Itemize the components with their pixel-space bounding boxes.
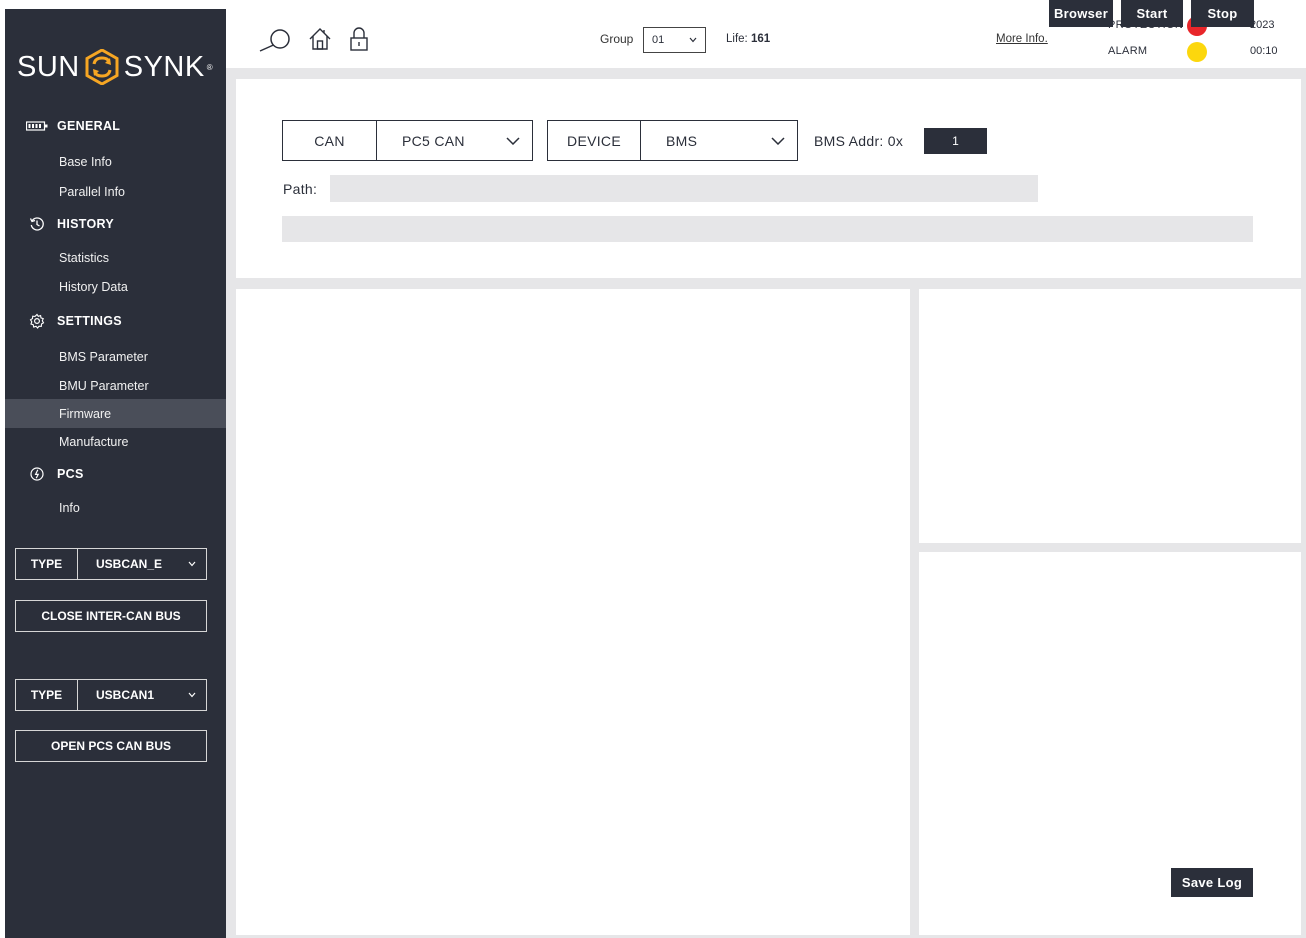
sidebar-item-manufacture[interactable]: Manufacture xyxy=(5,427,226,456)
type-value-text: USBCAN_E xyxy=(96,557,163,571)
close-inter-can-bus-button[interactable]: CLOSE INTER-CAN BUS xyxy=(15,600,207,632)
can-label: CAN xyxy=(283,121,377,160)
more-info-link[interactable]: More Info. xyxy=(996,33,1048,45)
history-icon xyxy=(26,217,48,231)
sidebar: SUN SYNK ® GENERAL Base Info Parallel In… xyxy=(5,9,226,938)
can-select[interactable]: CAN PC5 CAN xyxy=(282,120,533,161)
sidebar-item-history-data[interactable]: History Data xyxy=(5,272,226,301)
type-value[interactable]: USBCAN_E xyxy=(78,549,206,579)
upgrade-progress-bar xyxy=(282,216,1253,242)
firmware-log-panel xyxy=(236,289,910,935)
nav-section-history[interactable]: HISTORY xyxy=(5,217,114,231)
sidebar-item-parallel-info[interactable]: Parallel Info xyxy=(5,177,226,206)
type-label: TYPE xyxy=(16,680,78,710)
home-icon[interactable] xyxy=(308,27,332,56)
start-button[interactable]: Start xyxy=(1121,0,1183,27)
device-value-text: BMS xyxy=(666,132,698,149)
path-input[interactable] xyxy=(330,175,1038,202)
brand-right-text: SYNK xyxy=(123,50,205,83)
group-value: 01 xyxy=(652,34,665,46)
browser-button[interactable]: Browser xyxy=(1049,0,1113,27)
sunsynk-logo: SUN SYNK ® xyxy=(17,47,213,87)
nav-section-label: GENERAL xyxy=(57,119,121,133)
type-select-inter-can[interactable]: TYPE USBCAN_E xyxy=(15,548,207,580)
lock-icon[interactable] xyxy=(349,27,369,56)
sidebar-item-bms-parameter[interactable]: BMS Parameter xyxy=(5,342,226,371)
power-icon xyxy=(26,467,48,481)
type-value[interactable]: USBCAN1 xyxy=(78,680,206,710)
chevron-down-icon xyxy=(506,136,520,145)
nav-section-general[interactable]: GENERAL xyxy=(5,119,120,133)
nav-section-settings[interactable]: SETTINGS xyxy=(5,313,122,329)
chevron-down-icon xyxy=(689,37,697,43)
sidebar-item-statistics[interactable]: Statistics xyxy=(5,243,226,272)
bms-addr-label: BMS Addr: 0x xyxy=(814,133,904,149)
chevron-down-icon xyxy=(188,692,196,698)
sidebar-item-label: Base Info xyxy=(59,154,112,169)
device-select[interactable]: DEVICE BMS xyxy=(547,120,798,161)
life-label: Life: xyxy=(726,33,748,45)
sidebar-item-label: Manufacture xyxy=(59,434,129,449)
nav-section-label: HISTORY xyxy=(57,217,114,231)
sidebar-item-label: Parallel Info xyxy=(59,184,126,199)
chevron-down-icon xyxy=(188,561,196,567)
path-label: Path: xyxy=(283,181,318,197)
firmware-info-panel xyxy=(919,289,1301,543)
device-value[interactable]: BMS xyxy=(641,121,797,160)
group-select[interactable]: 01 xyxy=(643,27,706,53)
device-label: DEVICE xyxy=(548,121,641,160)
bms-addr-input[interactable]: 1 xyxy=(924,128,987,154)
can-value-text: PC5 CAN xyxy=(402,132,465,149)
nav-section-pcs[interactable]: PCS xyxy=(5,467,84,481)
sidebar-item-firmware[interactable]: Firmware xyxy=(5,399,226,428)
open-pcs-can-bus-button[interactable]: OPEN PCS CAN BUS xyxy=(15,730,207,762)
group-label: Group xyxy=(600,32,634,46)
sidebar-item-label: History Data xyxy=(59,279,128,294)
sidebar-item-label: BMS Parameter xyxy=(59,349,148,364)
save-log-button[interactable]: Save Log xyxy=(1171,868,1253,897)
chevron-down-icon xyxy=(771,136,785,145)
brand-left-text: SUN xyxy=(17,50,80,83)
type-select-pcs-can[interactable]: TYPE USBCAN1 xyxy=(15,679,207,711)
search-icon[interactable] xyxy=(258,27,292,58)
sidebar-item-info[interactable]: Info xyxy=(5,493,226,522)
type-label: TYPE xyxy=(16,549,78,579)
life-display: Life: 161 xyxy=(726,33,770,45)
nav-section-label: SETTINGS xyxy=(57,314,122,328)
alarm-indicator xyxy=(1187,42,1207,62)
sidebar-item-label: Firmware xyxy=(59,406,112,421)
battery-icon xyxy=(26,119,48,133)
registered-mark: ® xyxy=(206,62,214,72)
sidebar-item-label: Info xyxy=(59,500,80,515)
stop-button[interactable]: Stop xyxy=(1191,0,1254,27)
sunsynk-mark-icon xyxy=(85,49,119,85)
sidebar-item-bmu-parameter[interactable]: BMU Parameter xyxy=(5,371,226,400)
alarm-label: ALARM xyxy=(1108,45,1148,57)
clock-time: 00:10 xyxy=(1250,45,1278,57)
type-value-text: USBCAN1 xyxy=(96,688,155,702)
gear-icon xyxy=(26,313,48,329)
sidebar-item-label: Statistics xyxy=(59,250,110,265)
sidebar-item-label: BMU Parameter xyxy=(59,378,149,393)
can-value[interactable]: PC5 CAN xyxy=(377,121,532,160)
nav-section-label: PCS xyxy=(57,467,84,481)
sidebar-item-base-info[interactable]: Base Info xyxy=(5,147,226,176)
life-value: 161 xyxy=(750,33,771,45)
